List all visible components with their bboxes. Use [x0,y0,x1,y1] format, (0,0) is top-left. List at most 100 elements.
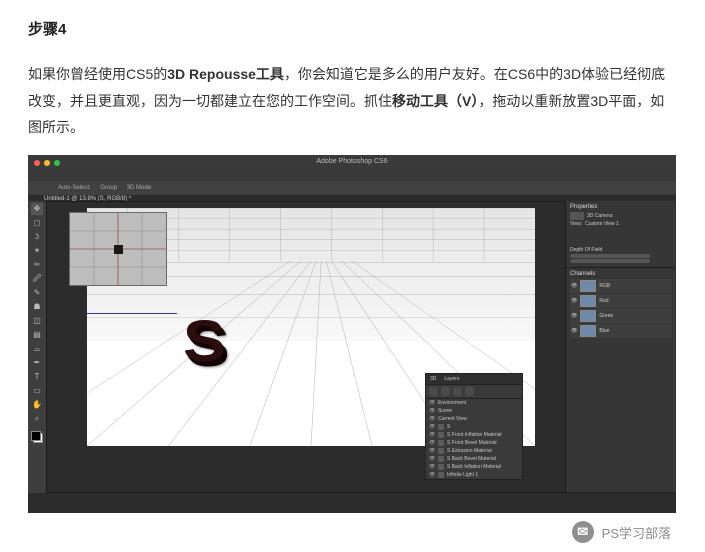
material-icon [438,440,444,446]
eye-icon[interactable]: 👁 [429,432,435,438]
app-screenshot: Adobe Photoshop CS6 Auto-Select: Group 3… [28,155,676,513]
canvas-area[interactable]: S [46,201,566,493]
move-tool-icon[interactable]: ✥ [31,203,43,215]
extruded-letter[interactable]: S [183,307,226,375]
window-title: Adobe Photoshop CS6 [316,158,387,165]
channel-name[interactable]: RGB [599,283,610,289]
panel-title: Channels [570,271,672,277]
material-item[interactable]: S Back Inflation Material [447,464,501,470]
right-panels: Properties 3D Camera View:Custom View 1 … [566,201,676,493]
stamp-tool-icon[interactable]: ☗ [31,301,43,313]
light-item[interactable]: Infinite Light 1 [447,472,478,478]
camera-icon [570,212,584,220]
pen-tool-icon[interactable]: ✒ [31,357,43,369]
filter-light-icon[interactable] [465,387,474,396]
panel-title: Properties [570,204,672,210]
eye-icon[interactable]: 👁 [429,456,435,462]
prop-subtitle: 3D Camera [587,213,613,219]
eye-icon[interactable]: 👁 [429,464,435,470]
gradient-tool-icon[interactable]: ▤ [31,329,43,341]
hand-tool-icon[interactable]: ✋ [31,399,43,411]
channels-panel[interactable]: Channels 👁 RGB 👁 Red 👁 Green 👁 Blue [566,268,676,493]
mesh-item[interactable]: S [447,424,450,430]
filter-mesh-icon[interactable] [441,387,450,396]
body-bold-1: 3D Repousse工具 [167,66,284,82]
opt-3dmode-label: 3D Mode: [127,185,153,191]
channel-thumb [580,325,596,337]
watermark-text: PS学习部落 [602,523,671,542]
wechat-icon: ✉ [572,521,594,543]
eye-icon[interactable]: 👁 [429,472,435,478]
step-heading: 步骤4 [28,18,677,39]
path-tool-icon[interactable]: ▭ [31,385,43,397]
material-item[interactable]: S Front Bevel Material [447,440,496,446]
light-icon [438,472,444,478]
eye-icon[interactable]: 👁 [429,424,435,430]
material-icon [438,456,444,462]
panel-tab-layers[interactable]: Layers [440,374,463,384]
options-bar[interactable]: Auto-Select: Group 3D Mode: [28,181,676,195]
eye-icon[interactable]: 👁 [429,416,435,422]
window-titlebar: Adobe Photoshop CS6 [28,155,676,169]
material-icon [438,448,444,454]
watermark-bar: ✉ PS学习部落 [0,512,705,552]
panel-filter-icons[interactable] [426,385,522,399]
opt-group[interactable]: Group [100,185,117,191]
zoom-dot-icon[interactable] [54,160,60,166]
body-seg-1: 如果你曾经使用CS5的 [28,66,167,82]
eye-icon[interactable]: 👁 [571,298,577,304]
eye-icon[interactable]: 👁 [429,408,435,414]
type-tool-icon[interactable]: T [31,371,43,383]
body-bold-2: 移动工具（V） [392,93,478,109]
slider-dof[interactable] [570,254,650,258]
minimize-dot-icon[interactable] [44,160,50,166]
channel-thumb [580,295,596,307]
material-icon [438,464,444,470]
crop-tool-icon[interactable]: ✂ [31,259,43,271]
eraser-tool-icon[interactable]: ◫ [31,315,43,327]
eye-icon[interactable]: 👁 [571,283,577,289]
secondary-view[interactable] [69,212,167,286]
material-item[interactable]: S Front Inflation Material [447,432,501,438]
wand-tool-icon[interactable]: ✶ [31,245,43,257]
color-swatch[interactable] [31,431,43,443]
slider-dof2[interactable] [570,259,650,263]
eye-icon[interactable]: 👁 [429,440,435,446]
material-item[interactable]: S Back Bevel Material [447,456,496,462]
properties-panel[interactable]: Properties 3D Camera View:Custom View 1 … [566,201,676,268]
view-value[interactable]: Custom View 1 [585,221,619,227]
view-label: View: [570,221,582,227]
brush-tool-icon[interactable]: ✎ [31,287,43,299]
channel-name[interactable]: Green [599,313,613,319]
channel-thumb [580,280,596,292]
material-icon [438,432,444,438]
eye-icon[interactable]: 👁 [429,400,435,406]
channel-name[interactable]: Blue [599,328,609,334]
lasso-tool-icon[interactable]: ʖ [31,231,43,243]
mesh-icon [438,424,444,430]
zoom-tool-icon[interactable]: ⌕ [31,413,43,425]
close-dot-icon[interactable] [34,160,40,166]
eyedropper-tool-icon[interactable]: 🖉 [31,273,43,285]
channel-thumb [580,310,596,322]
channel-name[interactable]: Red [599,298,608,304]
fg-color-icon[interactable] [31,431,41,441]
step-body: 如果你曾经使用CS5的3D Repousse工具，你会知道它是多么的用户友好。在… [28,61,677,141]
eye-icon[interactable]: 👁 [429,448,435,454]
scene-item[interactable]: Scene [438,408,452,414]
eye-icon[interactable]: 👁 [571,313,577,319]
filter-material-icon[interactable] [453,387,462,396]
floating-3d-panel[interactable]: 3D Layers 👁Environment 👁Scene 👁Current V… [425,373,523,480]
eye-icon[interactable]: 👁 [571,328,577,334]
opt-auto-select[interactable]: Auto-Select: [58,185,91,191]
panel-tab-3d[interactable]: 3D [426,374,440,384]
scene-item[interactable]: Environment [438,400,466,406]
scene-item[interactable]: Current View [438,416,467,422]
3d-axis-line [87,313,177,314]
filter-scene-icon[interactable] [429,387,438,396]
marquee-tool-icon[interactable]: ◻ [31,217,43,229]
material-item[interactable]: S Extrusion Material [447,448,492,454]
blur-tool-icon[interactable]: ⌓ [31,343,43,355]
traffic-lights [34,160,60,166]
left-toolbox: ✥ ◻ ʖ ✶ ✂ 🖉 ✎ ☗ ◫ ▤ ⌓ ✒ T ▭ ✋ ⌕ [28,201,46,493]
